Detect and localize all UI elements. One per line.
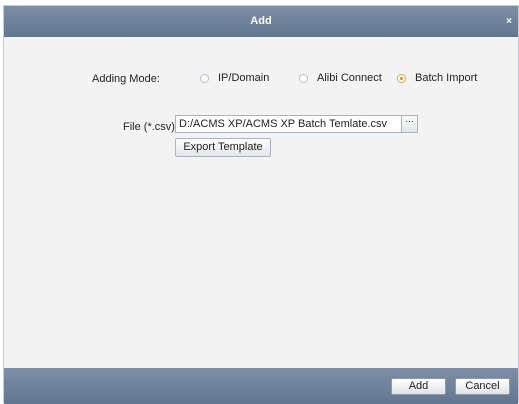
file-label: File (*.csv):: [123, 121, 178, 133]
radio-label: Alibi Connect: [317, 72, 382, 84]
radio-batch-import[interactable]: Batch Import: [397, 72, 477, 84]
dialog-title: Add: [250, 15, 272, 27]
close-icon[interactable]: ×: [503, 6, 515, 37]
dialog-titlebar: Add ×: [4, 6, 518, 37]
add-dialog: Add × Adding Mode: IP/Domain Alibi Conne…: [3, 5, 519, 404]
dialog-body: Adding Mode: IP/Domain Alibi Connect Bat…: [4, 37, 518, 368]
file-path-input[interactable]: D:/ACMS XP/ACMS XP Batch Temlate.csv: [175, 115, 405, 133]
adding-mode-label: Adding Mode:: [92, 73, 160, 85]
radio-indicator[interactable]: [200, 73, 209, 83]
export-template-button[interactable]: Export Template: [175, 138, 271, 157]
dialog-footer: Add Cancel: [4, 368, 518, 404]
radio-label: IP/Domain: [218, 72, 270, 84]
radio-alibi-connect[interactable]: Alibi Connect: [299, 72, 382, 84]
radio-label: Batch Import: [415, 72, 478, 84]
radio-indicator-checked[interactable]: [397, 73, 406, 83]
radio-indicator[interactable]: [299, 73, 308, 83]
cancel-button[interactable]: Cancel: [455, 378, 510, 395]
add-button[interactable]: Add: [391, 378, 446, 395]
browse-icon[interactable]: ···: [401, 115, 418, 133]
radio-ip-domain[interactable]: IP/Domain: [200, 72, 269, 84]
